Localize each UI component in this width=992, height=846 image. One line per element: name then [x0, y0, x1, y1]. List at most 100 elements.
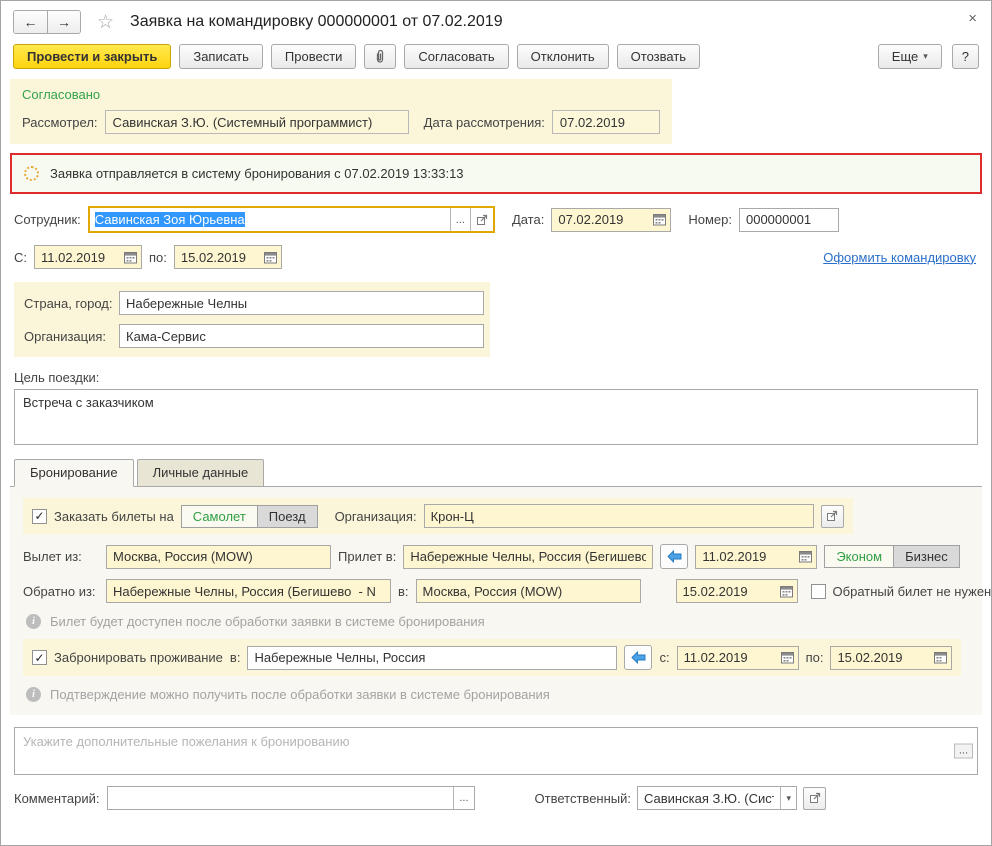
city-input[interactable]: [120, 295, 483, 311]
period-to-field[interactable]: [173, 245, 282, 269]
no-return-ticket-checkbox[interactable]: [810, 583, 826, 599]
calendar-icon[interactable]: [777, 647, 798, 669]
calendar-icon[interactable]: [930, 647, 951, 669]
help-button[interactable]: ?: [951, 44, 979, 69]
arrive-to-input[interactable]: [404, 549, 653, 564]
forward-button[interactable]: →: [47, 11, 80, 33]
booking-organization-open-button[interactable]: [820, 504, 844, 528]
post-and-close-button[interactable]: Провести и закрыть: [13, 44, 172, 69]
review-date-label: Дата рассмотрения:: [423, 114, 545, 130]
hotel-to-input[interactable]: [831, 650, 931, 665]
approve-button[interactable]: Согласовать: [404, 44, 509, 69]
city-field[interactable]: [119, 291, 484, 315]
date-field[interactable]: [551, 207, 672, 232]
calendar-icon[interactable]: [776, 580, 797, 602]
purpose-textarea[interactable]: Встреча с заказчиком: [14, 389, 978, 445]
hotel-from-label: с:: [659, 650, 670, 665]
employee-input[interactable]: Савинская Зоя Юрьевна: [90, 212, 450, 227]
return-date-field[interactable]: [675, 579, 798, 603]
paperclip-icon: [374, 49, 386, 65]
write-button[interactable]: Записать: [179, 44, 263, 69]
favorite-star-icon[interactable]: ☆: [97, 13, 114, 32]
swap-route-button[interactable]: [660, 544, 689, 569]
return-to-input[interactable]: [416, 583, 640, 599]
depart-date-field[interactable]: [695, 544, 818, 569]
organization-field[interactable]: [119, 324, 484, 348]
employee-label: Сотрудник:: [14, 212, 81, 227]
wishes-select-button[interactable]: ...: [953, 743, 973, 759]
hotel-city-input[interactable]: [248, 650, 617, 665]
period-row: С: по: Оформить командировку: [1, 245, 991, 269]
recall-button[interactable]: Отозвать: [616, 44, 701, 69]
review-date-field[interactable]: 07.02.2019: [551, 110, 660, 134]
tab-personal[interactable]: Личные данные: [136, 459, 265, 487]
return-date-input[interactable]: [676, 583, 776, 599]
responsible-open-button[interactable]: [803, 786, 826, 810]
class-business-button[interactable]: Бизнес: [894, 545, 960, 568]
date-input[interactable]: [552, 212, 650, 227]
more-button[interactable]: Еще ▾: [877, 44, 942, 69]
class-econom-button[interactable]: Эконом: [824, 545, 895, 568]
hotel-checkbox[interactable]: ✓: [32, 650, 47, 665]
reject-button[interactable]: Отклонить: [516, 44, 609, 69]
return-to-field[interactable]: [415, 579, 641, 603]
organization-row: Организация:: [24, 324, 484, 348]
number-field[interactable]: [738, 207, 839, 232]
booking-organization-field[interactable]: [423, 504, 814, 528]
return-from-field[interactable]: [106, 579, 391, 603]
review-date-value: 07.02.2019: [559, 114, 625, 130]
reviewer-label: Рассмотрел:: [22, 114, 98, 130]
make-trip-link[interactable]: Оформить командировку: [823, 250, 976, 265]
calendar-icon[interactable]: [120, 246, 141, 268]
transport-plane-button[interactable]: Самолет: [180, 504, 258, 528]
period-from-label: С:: [14, 249, 27, 265]
responsible-field[interactable]: ▾: [637, 786, 797, 810]
employee-open-button[interactable]: [469, 208, 493, 231]
responsible-dropdown-button[interactable]: ▾: [780, 787, 796, 809]
close-icon[interactable]: ×: [968, 11, 977, 26]
calendar-icon[interactable]: [795, 546, 816, 568]
employee-value: Савинская Зоя Юрьевна: [94, 212, 245, 227]
tabs: Бронирование Личные данные: [14, 459, 991, 487]
organization-input[interactable]: [120, 328, 483, 344]
depart-date-input[interactable]: [696, 549, 796, 564]
calendar-icon[interactable]: [649, 209, 670, 231]
organization-label: Организация:: [24, 328, 107, 344]
attachments-button[interactable]: [364, 44, 397, 69]
arrive-to-field[interactable]: [403, 544, 654, 569]
wishes-textarea[interactable]: [14, 727, 978, 775]
footer-row: Комментарий: ... Ответственный: ▾: [14, 786, 978, 810]
hotel-from-input[interactable]: [677, 650, 777, 665]
period-from-input[interactable]: [35, 249, 120, 265]
order-tickets-checkbox[interactable]: ✓: [32, 508, 47, 524]
no-return-ticket-label: Обратный билет не нужен: [832, 583, 992, 599]
reviewer-value: Савинская З.Ю. (Системный программист): [112, 114, 373, 130]
tickets-band: ✓ Заказать билеты на Самолет Поезд Орган…: [23, 498, 853, 534]
transport-train-button[interactable]: Поезд: [257, 504, 318, 528]
depart-from-field[interactable]: [106, 544, 331, 569]
responsible-input[interactable]: [638, 790, 781, 806]
reviewer-field[interactable]: Савинская З.Ю. (Системный программист): [104, 110, 409, 134]
comment-select-button[interactable]: ...: [453, 787, 474, 809]
period-to-input[interactable]: [174, 249, 260, 265]
hotel-city-field[interactable]: [247, 645, 618, 670]
hotel-fill-button[interactable]: [624, 645, 653, 670]
post-button[interactable]: Провести: [270, 44, 357, 69]
back-button[interactable]: ←: [14, 11, 47, 33]
tab-booking[interactable]: Бронирование: [14, 459, 134, 487]
number-input[interactable]: [739, 212, 838, 227]
calendar-icon[interactable]: [260, 246, 281, 268]
hotel-from-field[interactable]: [676, 645, 799, 670]
comment-field[interactable]: ...: [106, 786, 475, 810]
return-from-input[interactable]: [107, 583, 390, 599]
period-from-field[interactable]: [34, 245, 142, 269]
comment-input[interactable]: [107, 790, 454, 806]
hotel-to-field[interactable]: [830, 645, 953, 670]
info-icon: i: [26, 687, 41, 702]
spinner-icon: [24, 166, 39, 181]
booking-organization-input[interactable]: [424, 508, 813, 524]
employee-select-button[interactable]: ...: [449, 208, 470, 231]
employee-field[interactable]: Савинская Зоя Юрьевна ...: [87, 206, 495, 233]
blue-arrow-left-icon: [667, 550, 682, 563]
depart-from-input[interactable]: [107, 549, 330, 564]
